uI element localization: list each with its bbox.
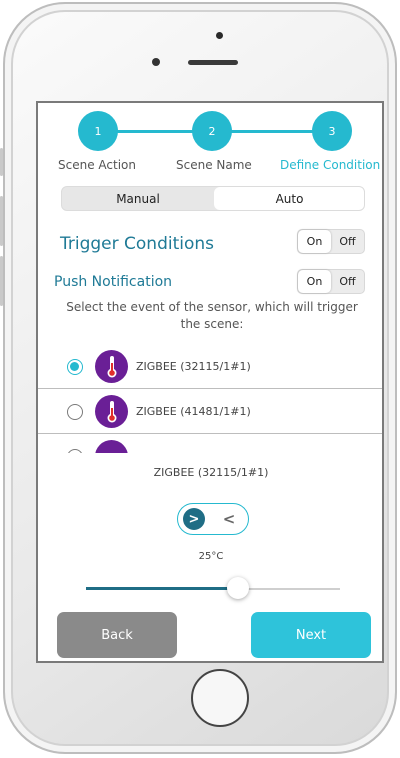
step-3[interactable]: 3 (312, 111, 352, 151)
earpiece-speaker (188, 60, 238, 65)
thermometer-icon (95, 440, 128, 453)
sensor-instruction: Select the event of the sensor, which wi… (66, 300, 358, 331)
push-toggle[interactable]: On Off (297, 269, 365, 294)
step-1-label: Scene Action (58, 158, 136, 172)
mode-selector: Manual Auto (61, 186, 365, 211)
temperature-value: 25°C (198, 551, 224, 562)
step-1[interactable]: 1 (78, 111, 118, 151)
step-2-label: Scene Name (176, 158, 252, 172)
trigger-conditions-title: Trigger Conditions (60, 234, 215, 254)
temperature-slider-fill (86, 587, 239, 590)
push-off-option[interactable]: Off (331, 270, 364, 293)
device-label: ZIGBEE (41481/1#1) (136, 405, 251, 418)
volume-down-button (0, 256, 3, 306)
device-row[interactable]: ZIGBEE (41481/1#1) (38, 390, 382, 434)
step-3-label: Define Condition (280, 158, 381, 172)
thermometer-icon (95, 350, 128, 383)
mute-switch (0, 148, 3, 176)
push-on-option[interactable]: On (298, 270, 331, 293)
step-2[interactable]: 2 (192, 111, 232, 151)
trigger-on-option[interactable]: On (298, 230, 331, 253)
device-row[interactable]: ZIGBEE (32115/1#1) (38, 345, 382, 389)
manual-tab[interactable]: Manual (62, 187, 214, 210)
device-label: ZIGBEE (32115/1#1) (136, 360, 251, 373)
selected-device-label: ZIGBEE (32115/1#1) (153, 466, 269, 479)
home-button[interactable] (191, 669, 249, 727)
auto-tab[interactable]: Auto (214, 187, 364, 210)
device-row[interactable] (38, 435, 382, 453)
temperature-slider-thumb[interactable] (227, 577, 250, 599)
push-notification-title: Push Notification (54, 274, 173, 290)
comparator-toggle[interactable]: > < (177, 503, 249, 535)
device-list-overflow (38, 435, 382, 453)
less-than-button[interactable]: < (218, 508, 240, 530)
sensor-dot (216, 32, 223, 39)
device-radio-selected[interactable] (67, 359, 83, 375)
device-radio[interactable] (67, 404, 83, 420)
device-radio[interactable] (67, 449, 83, 453)
app-screen: 1 2 3 Scene Action Scene Name Define Con… (36, 101, 384, 663)
trigger-off-option[interactable]: Off (331, 230, 364, 253)
volume-up-button (0, 196, 3, 246)
trigger-toggle[interactable]: On Off (297, 229, 365, 254)
greater-than-button[interactable]: > (183, 508, 205, 530)
thermometer-icon (95, 395, 128, 428)
next-button[interactable]: Next (251, 612, 371, 658)
back-button[interactable]: Back (57, 612, 177, 658)
front-camera (152, 58, 160, 66)
